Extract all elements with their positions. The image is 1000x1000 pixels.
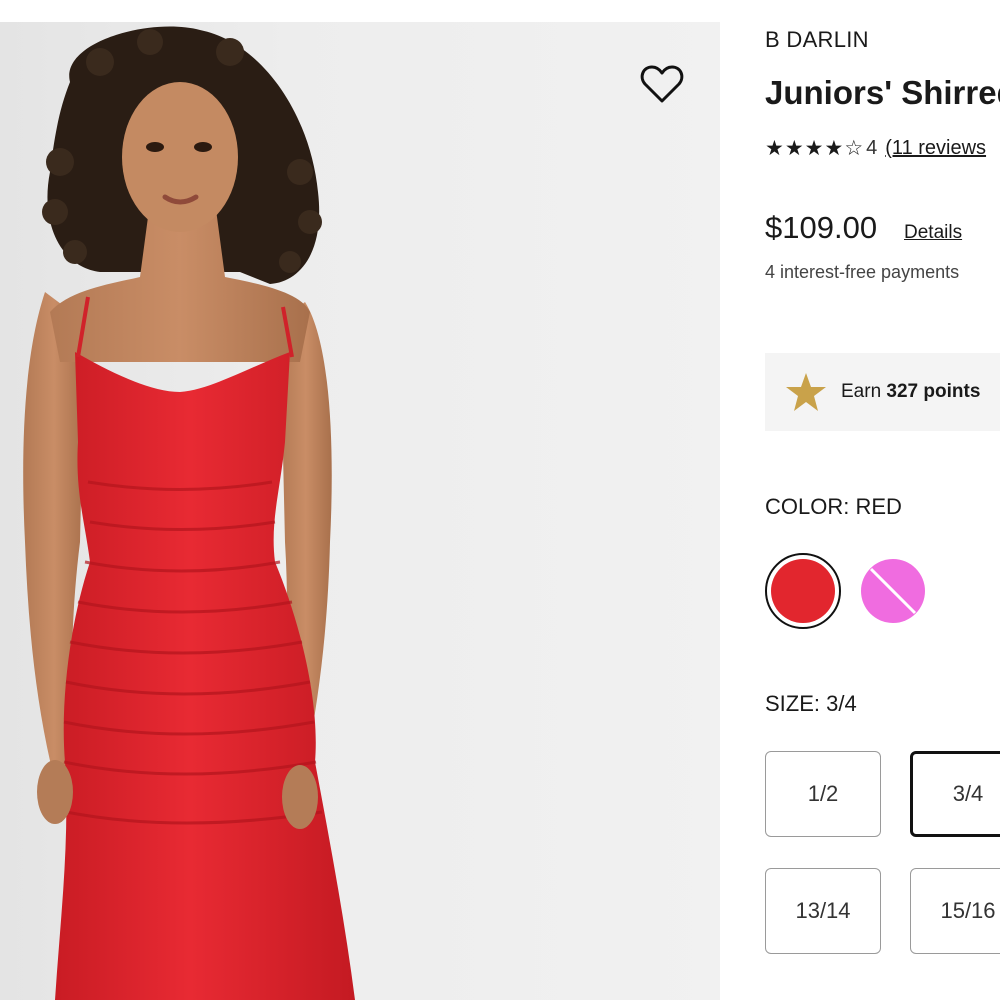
rewards-text: Earn 327 points: [841, 381, 980, 403]
star-full-icon: ★: [804, 137, 825, 160]
color-swatch-red[interactable]: [765, 553, 841, 629]
brand-name[interactable]: B DARLIN: [765, 27, 869, 53]
size-option-15-16[interactable]: 15/16: [910, 868, 1000, 954]
product-title: Juniors' Shirred: [765, 74, 1000, 111]
gold-star-icon: [786, 373, 826, 411]
price-details-link[interactable]: Details: [904, 222, 962, 244]
star-full-icon: ★: [765, 137, 785, 160]
rewards-banner: Earn 327 points: [765, 353, 1000, 431]
product-info-panel: B DARLIN Juniors' Shirred ★ ★ ★ ★ ☆ 4 (11 re…: [765, 0, 1000, 1000]
size-label: SIZE: 3/4: [765, 691, 857, 716]
color-swatch-red-fill: [771, 559, 835, 623]
color-label: COLOR: RED: [765, 494, 902, 519]
rating-summary[interactable]: ★ ★ ★ ★ ☆ 4 (11 reviews: [765, 136, 986, 161]
unavailable-slash-icon: [869, 567, 917, 615]
size-option-13-14[interactable]: 13/14: [765, 868, 881, 954]
installments-text: 4 interest-free payments: [765, 262, 960, 282]
size-option-1-2[interactable]: 1/2: [765, 751, 881, 837]
rewards-prefix: Earn: [841, 381, 887, 402]
rating-stars: ★ ★ ★ ★ ☆: [765, 136, 864, 161]
star-empty-icon: ☆: [844, 137, 865, 160]
rewards-points: 327 points: [886, 381, 981, 402]
product-image[interactable]: [0, 22, 720, 1000]
size-option-3-4[interactable]: 3/4: [910, 751, 1000, 837]
color-swatch-pink[interactable]: [861, 559, 925, 623]
price: $109.00: [765, 210, 878, 245]
reviews-link[interactable]: (11 reviews: [885, 137, 986, 160]
wishlist-heart-icon[interactable]: [640, 64, 688, 110]
product-photo: [23, 26, 355, 1000]
star-full-icon: ★: [824, 137, 845, 160]
rating-value: 4: [866, 137, 878, 159]
star-full-icon: ★: [784, 137, 805, 160]
